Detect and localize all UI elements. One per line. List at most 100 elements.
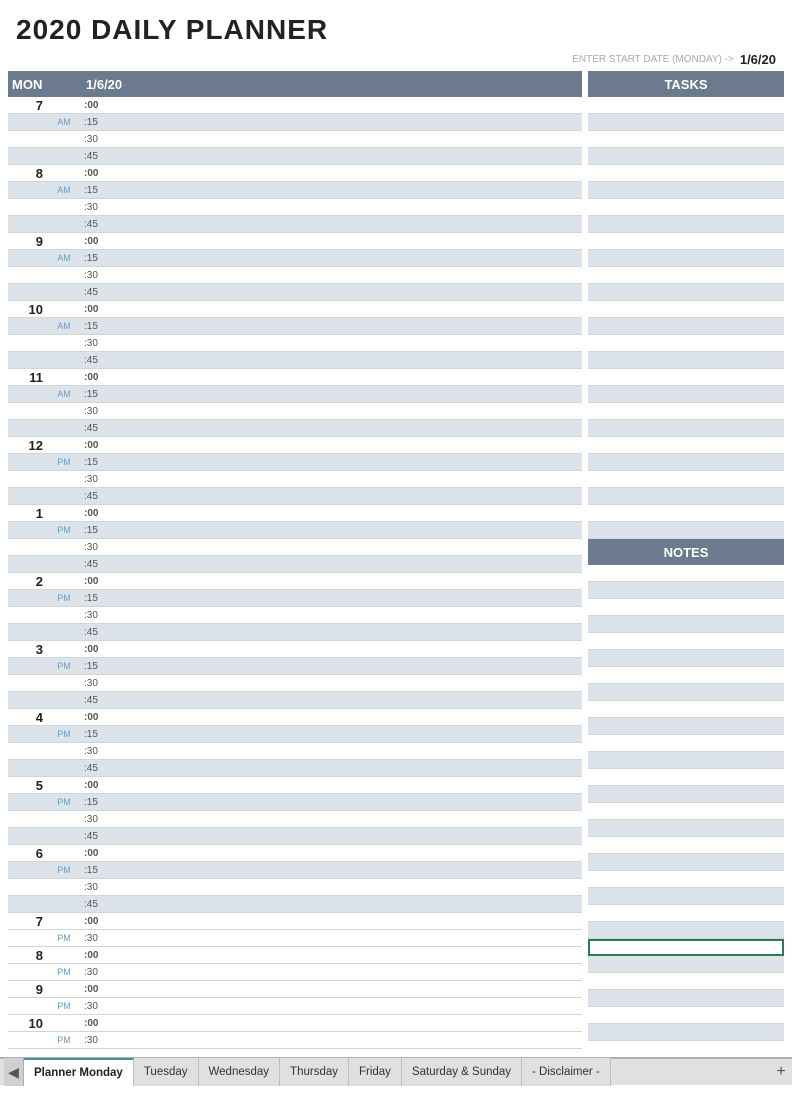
tab---disclaimer--[interactable]: - Disclaimer - xyxy=(522,1058,611,1086)
time-row: 9 :00 xyxy=(8,233,582,250)
minute-label: :45 xyxy=(82,559,582,570)
time-row: 3:00 xyxy=(8,641,582,658)
time-row: PM:15 xyxy=(8,794,582,811)
time-row: 7:00 xyxy=(8,97,582,114)
minute-label: :15 xyxy=(82,797,582,808)
task-row xyxy=(588,488,784,505)
time-row: :30 xyxy=(8,403,582,420)
minute-label: :00 xyxy=(82,304,582,315)
time-row: PM:30 xyxy=(8,998,582,1015)
ampm-label: AM xyxy=(46,321,82,331)
time-row: AM:15 xyxy=(8,250,582,267)
minute-label: :45 xyxy=(82,491,582,502)
tab-saturday--sunday[interactable]: Saturday & Sunday xyxy=(402,1058,522,1086)
minute-label: :30 xyxy=(82,134,582,145)
start-date-label: ENTER START DATE (MONDAY) -> xyxy=(572,54,734,65)
note-row xyxy=(588,871,784,888)
note-row xyxy=(588,786,784,803)
ampm-label: AM xyxy=(46,185,82,195)
task-row xyxy=(588,437,784,454)
time-row: :45 xyxy=(8,556,582,573)
time-row: 6:00 xyxy=(8,845,582,862)
time-row: :45 xyxy=(8,896,582,913)
tab-thursday[interactable]: Thursday xyxy=(280,1058,349,1086)
time-row: :45 xyxy=(8,420,582,437)
time-row: :30 xyxy=(8,811,582,828)
minute-label: :15 xyxy=(82,389,582,400)
time-row: :45 xyxy=(8,760,582,777)
minute-label: :00 xyxy=(82,576,582,587)
schedule-header: MON 1/6/20 xyxy=(8,71,582,97)
task-row xyxy=(588,182,784,199)
tab-prev-arrow[interactable]: ◀ xyxy=(4,1058,24,1086)
time-row: :30 xyxy=(8,267,582,284)
minute-label: :30 xyxy=(82,967,582,978)
time-row: :30 xyxy=(8,879,582,896)
time-row: 1:00 xyxy=(8,505,582,522)
minute-label: :30 xyxy=(82,678,582,689)
note-row xyxy=(588,718,784,735)
task-row xyxy=(588,233,784,250)
time-row: PM:30 xyxy=(8,1032,582,1049)
schedule-column: MON 1/6/20 7:00AM:15:30:458:00AM:15:30:4… xyxy=(8,71,582,1049)
tab-planner-monday[interactable]: Planner Monday xyxy=(24,1058,134,1086)
hour-label: 10 xyxy=(8,302,46,317)
note-row xyxy=(588,1024,784,1041)
time-row: :30 xyxy=(8,743,582,760)
minute-label: :45 xyxy=(82,899,582,910)
minute-label: :30 xyxy=(82,542,582,553)
ampm-label: PM xyxy=(46,661,82,671)
note-row xyxy=(588,752,784,769)
task-row xyxy=(588,267,784,284)
minute-label: :30 xyxy=(82,814,582,825)
minute-label: :30 xyxy=(82,338,582,349)
task-row xyxy=(588,250,784,267)
note-row xyxy=(588,616,784,633)
tab-wednesday[interactable]: Wednesday xyxy=(199,1058,281,1086)
hour-label: 5 xyxy=(8,778,46,793)
minute-label: :00 xyxy=(82,1018,582,1029)
minute-label: :15 xyxy=(82,661,582,672)
time-row: PM:15 xyxy=(8,658,582,675)
task-row xyxy=(588,114,784,131)
note-row xyxy=(588,565,784,582)
time-row: 10:00 xyxy=(8,1015,582,1032)
tab-add-button[interactable]: + xyxy=(770,1058,792,1086)
ampm-label: AM xyxy=(46,389,82,399)
minute-label: :15 xyxy=(82,729,582,740)
time-rows: 7:00AM:15:30:458:00AM:15:30:459:00AM:15:… xyxy=(8,97,582,1049)
minute-label: :30 xyxy=(82,1001,582,1012)
minute-label: :45 xyxy=(82,763,582,774)
note-row xyxy=(588,667,784,684)
time-row: :45 xyxy=(8,216,582,233)
task-row xyxy=(588,420,784,437)
task-row xyxy=(588,97,784,114)
time-row: 8:00 xyxy=(8,165,582,182)
ampm-label: PM xyxy=(46,525,82,535)
time-row: :45 xyxy=(8,352,582,369)
task-row xyxy=(588,335,784,352)
time-row: PM:30 xyxy=(8,964,582,981)
tab-tuesday[interactable]: Tuesday xyxy=(134,1058,199,1086)
time-row: :30 xyxy=(8,607,582,624)
minute-label: :30 xyxy=(82,610,582,621)
task-row xyxy=(588,216,784,233)
task-row xyxy=(588,369,784,386)
note-row xyxy=(588,905,784,922)
minute-label: :45 xyxy=(82,423,582,434)
tab-friday[interactable]: Friday xyxy=(349,1058,402,1086)
time-row: 8:00 xyxy=(8,947,582,964)
ampm-label: PM xyxy=(46,1035,82,1045)
task-row xyxy=(588,318,784,335)
minute-label: :00 xyxy=(82,780,582,791)
ampm-label: PM xyxy=(46,933,82,943)
time-row: AM:15 xyxy=(8,386,582,403)
minute-label: :30 xyxy=(82,882,582,893)
ampm-label: PM xyxy=(46,457,82,467)
task-row xyxy=(588,131,784,148)
time-row: :45 xyxy=(8,692,582,709)
hour-label: 9 xyxy=(8,234,46,249)
minute-label: :00 xyxy=(82,236,582,247)
minute-label: :00 xyxy=(82,644,582,655)
note-row xyxy=(588,922,784,939)
